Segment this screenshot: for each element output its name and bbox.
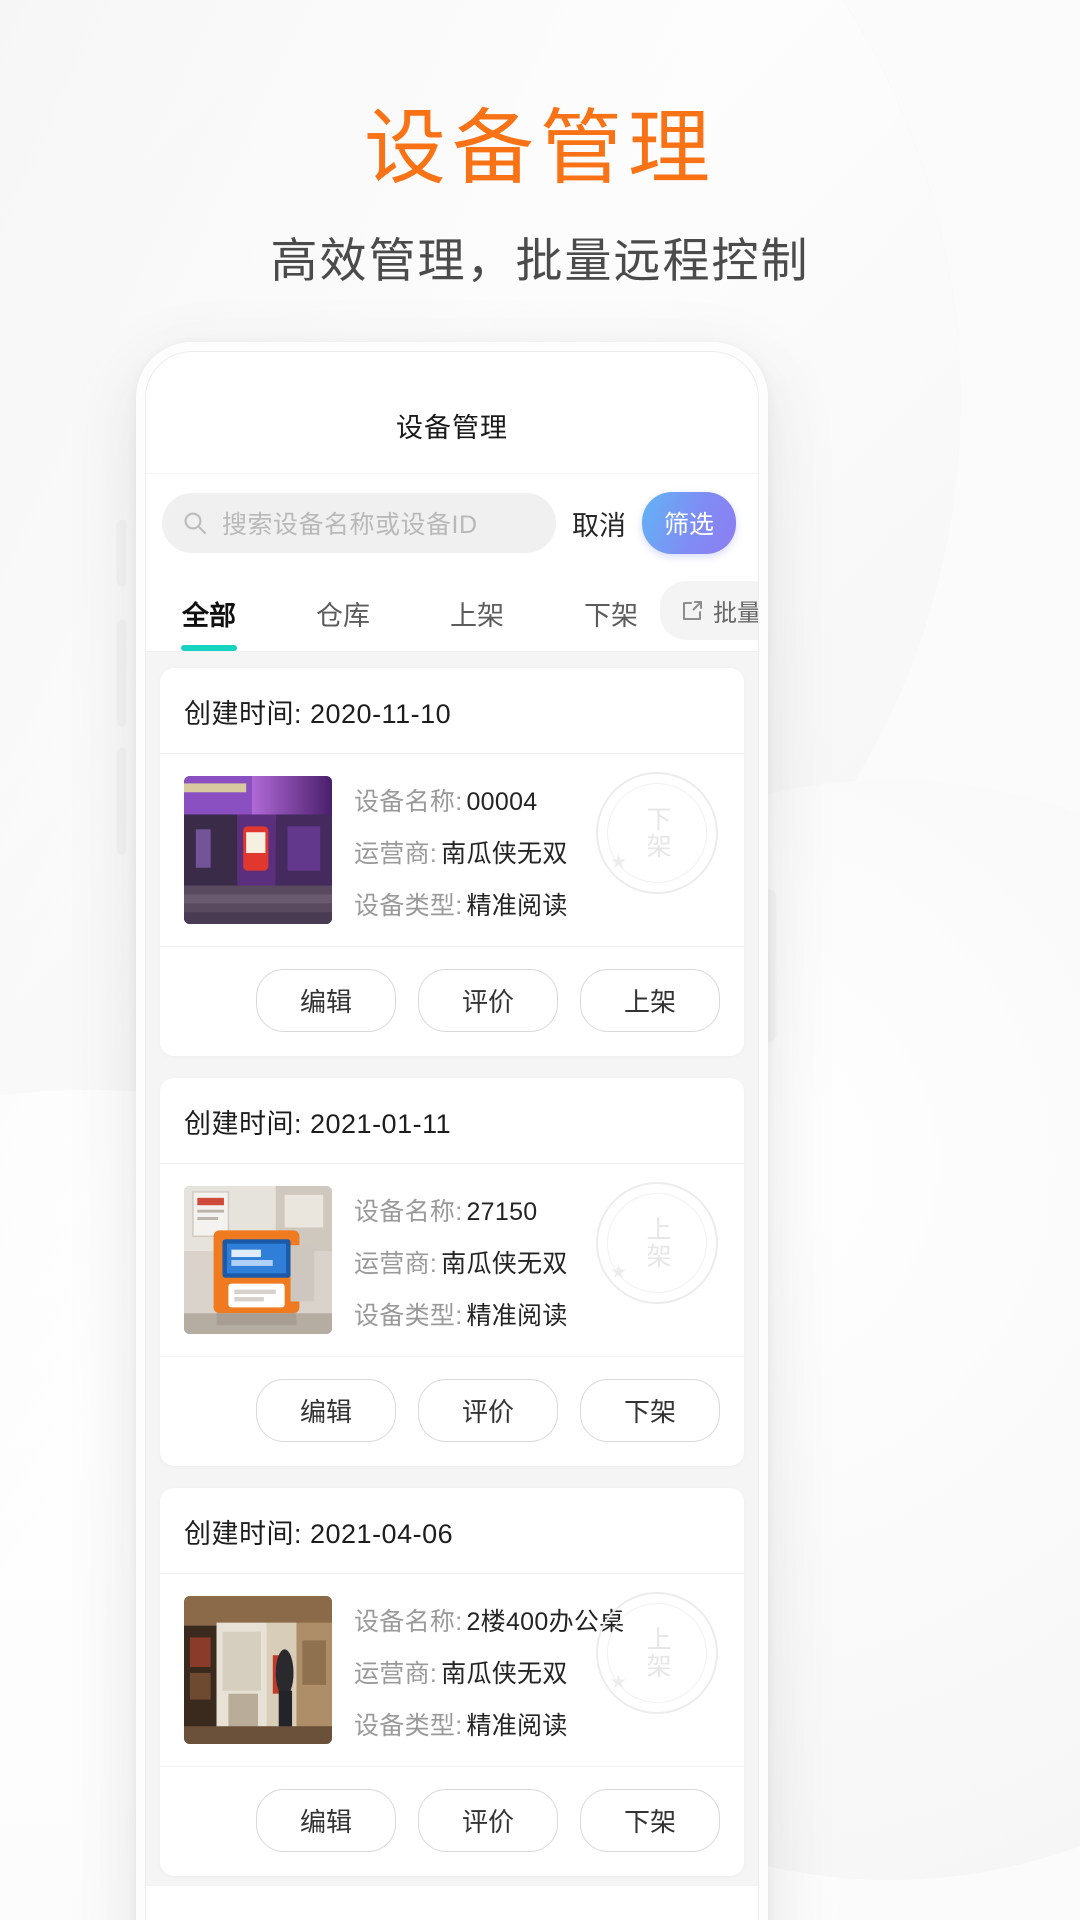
phone-volume-up-button [118,620,125,724]
device-type-field: 设备类型: 精准阅读 [354,886,568,922]
device-create-date: 创建时间: 2020-11-10 [160,668,744,754]
status-stamp-text: 上架 [643,1626,671,1680]
phone-volume-down-button [118,748,125,852]
phone-mockup: 设备管理 搜索设备名称或设备ID 取消 筛选 全部 仓库 上架 下架 批量 创建… [136,342,768,1920]
device-name-field: 设备名称: 27150 [354,1192,568,1228]
star-icon: ★ [610,1262,628,1283]
device-list[interactable]: 创建时间: 2020-11-10 设备名称: 00004 运营商: 南瓜侠无双 … [146,652,758,1886]
orange-kiosk-machine-image [184,1186,332,1334]
bulk-edit-button[interactable]: 批量修改 [660,581,758,640]
device-fields: 设备名称: 2楼400办公桌 运营商: 南瓜侠无双 设备类型: 精准阅读 [354,1596,624,1744]
device-operator-label: 运营商: [354,1250,438,1278]
device-type-label: 设备类型: [354,1712,463,1740]
device-name-label: 设备名称: [354,788,463,816]
device-type-value: 精准阅读 [466,1712,568,1740]
star-icon: ★ [610,852,628,873]
device-card-body: 设备名称: 2楼400办公桌 运营商: 南瓜侠无双 设备类型: 精准阅读 上架 ★ [160,1574,744,1767]
device-operator-value: 南瓜侠无双 [441,840,568,868]
search-row: 搜索设备名称或设备ID 取消 筛选 [146,474,758,572]
cancel-button[interactable]: 取消 [572,504,626,543]
device-type-value: 精准阅读 [466,892,568,920]
device-type-label: 设备类型: [354,1302,463,1330]
device-card-actions: 编辑 评价 上架 [160,947,744,1056]
tab-listed[interactable]: 上架 [428,580,526,651]
device-operator-value: 南瓜侠无双 [441,1250,568,1278]
search-input[interactable]: 搜索设备名称或设备ID [162,493,556,553]
arcade-interior-purple-image [184,776,332,924]
device-card-body: 设备名称: 00004 运营商: 南瓜侠无双 设备类型: 精准阅读 下架 ★ [160,754,744,947]
bulk-edit-label: 批量修改 [713,600,758,627]
navbar-title: 设备管理 [396,413,508,443]
device-card[interactable]: 创建时间: 2021-04-06 设备名称: 2楼400办公桌 运营商: 南瓜侠… [160,1488,744,1876]
device-card-body: 设备名称: 27150 运营商: 南瓜侠无双 设备类型: 精准阅读 上架 ★ [160,1164,744,1357]
device-thumbnail[interactable] [184,1596,332,1744]
list-status-button[interactable]: 下架 [580,1379,720,1442]
app-navbar: 设备管理 [146,378,758,474]
page-subtitle: 高效管理，批量远程控制 [270,234,810,288]
device-operator-label: 运营商: [354,1660,438,1688]
device-card[interactable]: 创建时间: 2021-01-11 设备名称: 27150 运营商: 南瓜侠无双 … [160,1078,744,1466]
edit-button[interactable]: 编辑 [256,1379,396,1442]
status-stamp: 上架 ★ [596,1182,718,1304]
edit-button[interactable]: 编辑 [256,1789,396,1852]
tab-unlisted[interactable]: 下架 [562,580,660,651]
device-thumbnail[interactable] [184,776,332,924]
search-icon [184,512,207,535]
edit-square-icon [683,600,702,620]
tabs-row: 全部 仓库 上架 下架 批量修改 [146,572,758,652]
status-stamp-text: 上架 [643,1216,671,1270]
tab-warehouse[interactable]: 仓库 [294,580,392,651]
device-operator-value: 南瓜侠无双 [441,1660,568,1688]
device-type-value: 精准阅读 [466,1302,568,1330]
device-thumbnail[interactable] [184,1186,332,1334]
search-placeholder: 搜索设备名称或设备ID [222,511,478,539]
device-card-actions: 编辑 评价 下架 [160,1767,744,1876]
device-name-value: 00004 [466,788,538,816]
device-name-field: 设备名称: 00004 [354,782,568,818]
phone-screen: 设备管理 搜索设备名称或设备ID 取消 筛选 全部 仓库 上架 下架 批量 创建… [146,378,758,1920]
phone-mute-switch [118,520,125,584]
filter-button[interactable]: 筛选 [641,492,736,554]
status-stamp-text: 下架 [643,806,671,860]
device-operator-field: 运营商: 南瓜侠无双 [354,1654,624,1690]
status-stamp: 下架 ★ [596,772,718,894]
device-type-label: 设备类型: [354,892,463,920]
device-operator-label: 运营商: [354,840,438,868]
tab-all[interactable]: 全部 [160,580,258,651]
device-name-field: 设备名称: 2楼400办公桌 [354,1602,624,1638]
device-name-value: 27150 [466,1198,538,1226]
device-card-actions: 编辑 评价 下架 [160,1357,744,1466]
device-operator-field: 运营商: 南瓜侠无双 [354,834,568,870]
device-create-date: 创建时间: 2021-01-11 [160,1078,744,1164]
review-button[interactable]: 评价 [418,1789,558,1852]
device-fields: 设备名称: 27150 运营商: 南瓜侠无双 设备类型: 精准阅读 [354,1186,568,1334]
review-button[interactable]: 评价 [418,1379,558,1442]
edit-button[interactable]: 编辑 [256,969,396,1032]
list-status-button[interactable]: 上架 [580,969,720,1032]
status-stamp: 上架 ★ [596,1592,718,1714]
device-create-date: 创建时间: 2021-04-06 [160,1488,744,1574]
review-button[interactable]: 评价 [418,969,558,1032]
device-type-field: 设备类型: 精准阅读 [354,1296,568,1332]
shop-entrance-person-image [184,1596,332,1744]
device-card[interactable]: 创建时间: 2020-11-10 设备名称: 00004 运营商: 南瓜侠无双 … [160,668,744,1056]
device-operator-field: 运营商: 南瓜侠无双 [354,1244,568,1280]
device-name-label: 设备名称: [354,1198,463,1226]
device-fields: 设备名称: 00004 运营商: 南瓜侠无双 设备类型: 精准阅读 [354,776,568,924]
list-status-button[interactable]: 下架 [580,1789,720,1852]
page-title: 设备管理 [363,103,716,194]
device-type-field: 设备类型: 精准阅读 [354,1706,624,1742]
star-icon: ★ [610,1672,628,1693]
device-name-label: 设备名称: [354,1608,463,1636]
hero-section: 设备管理 高效管理，批量远程控制 [0,0,1080,291]
